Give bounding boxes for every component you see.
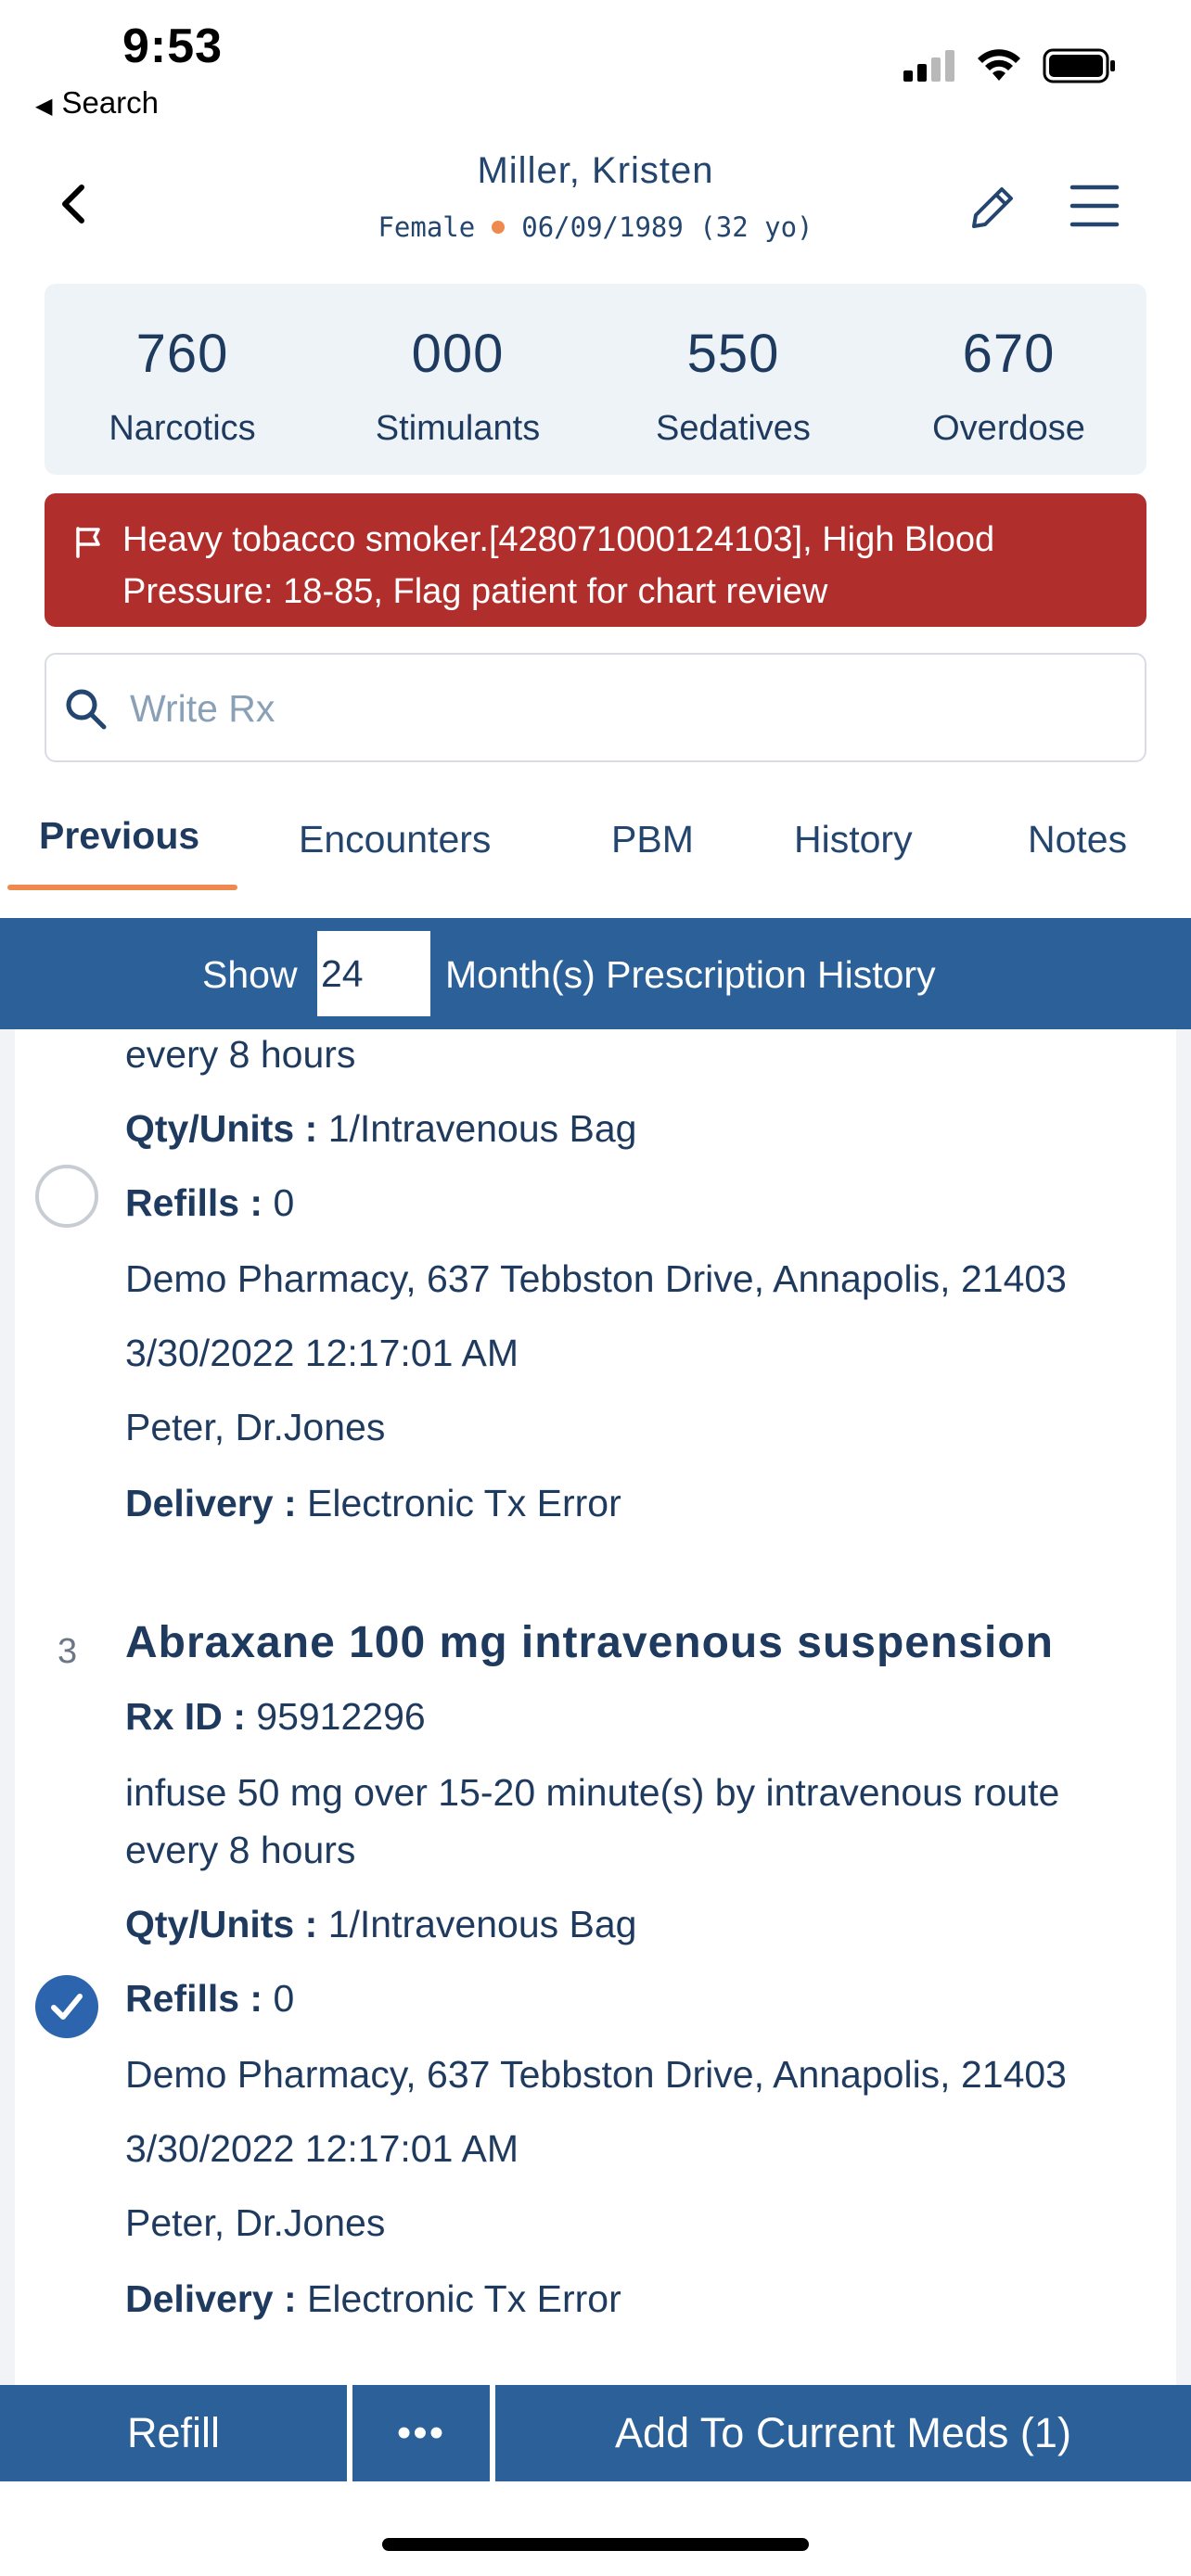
stat-value: 000 — [411, 324, 505, 384]
tab-previous[interactable]: Previous — [39, 814, 199, 858]
qty-units-label: Qty/Units : — [125, 1107, 318, 1150]
pencil-icon[interactable] — [965, 180, 1020, 236]
refills-value: 0 — [273, 1181, 295, 1224]
prescription-card[interactable]: 3 Abraxane 100 mg intravenous suspension… — [15, 1586, 1176, 2385]
risk-scores-panel: 760 Narcotics 000 Stimulants 550 Sedativ… — [45, 284, 1146, 475]
home-indicator[interactable] — [382, 2538, 809, 2551]
delivery-row: Delivery : Electronic Tx Error — [125, 1482, 621, 1525]
battery-icon — [1043, 48, 1115, 83]
select-radio-checked[interactable] — [35, 1975, 98, 2038]
checkmark-icon — [51, 1994, 83, 2020]
prescription-history-filter: Show Month(s) Prescription History — [0, 918, 1191, 1029]
sig-text: infuse 50 mg over 15-20 minute(s) by int… — [125, 1771, 1060, 1814]
stat-value: 550 — [686, 324, 780, 384]
qty-units-label: Qty/Units : — [125, 1903, 318, 1945]
tab-bar: Previous Encounters PBM History Notes — [0, 797, 1191, 898]
stat-narcotics: 760 Narcotics — [45, 284, 320, 475]
sig-text: every 8 hours — [125, 1033, 356, 1076]
sig-text-continued: every 8 hours — [125, 1829, 356, 1871]
alert-text: Heavy tobacco smoker.[428071000124103], … — [122, 520, 995, 611]
tab-pbm[interactable]: PBM — [611, 818, 694, 861]
active-tab-indicator — [7, 885, 237, 890]
search-icon — [66, 689, 107, 730]
prescriber-name: Peter, Dr.Jones — [125, 2201, 386, 2244]
status-bar: 9:53 ◀ Search — [0, 0, 1191, 130]
delivery-row: Delivery : Electronic Tx Error — [125, 2277, 621, 2321]
tab-notes[interactable]: Notes — [1028, 818, 1127, 861]
months-input[interactable] — [317, 931, 430, 1016]
rx-datetime: 3/30/2022 12:17:01 AM — [125, 1332, 519, 1374]
prescription-card[interactable]: every 8 hours Qty/Units : 1/Intravenous … — [15, 1029, 1176, 1669]
more-options-button[interactable]: ••• — [352, 2385, 490, 2481]
separator-dot — [492, 221, 506, 234]
patient-header: Miller, Kristen Female 06/09/1989 (32 yo) — [0, 139, 1191, 274]
stat-stimulants: 000 Stimulants — [320, 284, 596, 475]
prescription-title: Abraxane 100 mg intravenous suspension — [125, 1618, 1054, 1667]
months-suffix-label: Month(s) Prescription History — [445, 953, 936, 996]
action-footer: Refill ••• Add To Current Meds (1) — [0, 2385, 1191, 2481]
rx-id-value: 95912296 — [256, 1695, 426, 1738]
stat-overdose: 670 Overdose — [871, 284, 1146, 475]
status-icons — [903, 45, 1117, 87]
prescriber-name: Peter, Dr.Jones — [125, 1406, 386, 1448]
delivery-value: Electronic Tx Error — [307, 2277, 621, 2320]
stat-sedatives: 550 Sedatives — [596, 284, 871, 475]
refill-button[interactable]: Refill — [0, 2385, 347, 2481]
refills-row: Refills : 0 — [125, 1181, 294, 1225]
stat-label: Sedatives — [656, 409, 811, 448]
write-rx-input[interactable] — [130, 682, 1104, 734]
pharmacy-text: Demo Pharmacy, 637 Tebbston Drive, Annap… — [125, 1257, 1067, 1300]
rx-datetime: 3/30/2022 12:17:01 AM — [125, 2127, 519, 2170]
stat-value: 760 — [135, 324, 229, 384]
qty-units-value: 1/Intravenous Bag — [327, 1107, 637, 1150]
qty-units-value: 1/Intravenous Bag — [327, 1903, 637, 1945]
back-triangle-icon: ◀ — [35, 94, 53, 119]
status-time: 9:53 — [122, 19, 224, 73]
pharmacy-text: Demo Pharmacy, 637 Tebbston Drive, Annap… — [125, 2053, 1067, 2096]
refills-label: Refills : — [125, 1977, 263, 2020]
stat-label: Narcotics — [109, 409, 256, 448]
stat-label: Overdose — [932, 409, 1085, 448]
stat-value: 670 — [962, 324, 1056, 384]
delivery-value: Electronic Tx Error — [307, 1482, 621, 1524]
delivery-label: Delivery : — [125, 2277, 297, 2320]
prescription-list[interactable]: every 8 hours Qty/Units : 1/Intravenous … — [0, 1029, 1191, 2385]
select-radio[interactable] — [35, 1165, 98, 1228]
patient-gender: Female — [378, 211, 476, 243]
prescription-number: 3 — [58, 1632, 78, 1671]
show-label: Show — [202, 953, 298, 996]
hamburger-menu-icon[interactable] — [1069, 182, 1121, 230]
refills-value: 0 — [273, 1977, 295, 2020]
delivery-label: Delivery : — [125, 1482, 297, 1524]
flag-icon — [76, 527, 100, 558]
back-to-search-label: Search — [61, 85, 160, 120]
qty-units-row: Qty/Units : 1/Intravenous Bag — [125, 1903, 637, 1946]
rx-id-label: Rx ID : — [125, 1695, 246, 1738]
write-rx-search[interactable] — [45, 653, 1146, 762]
qty-units-row: Qty/Units : 1/Intravenous Bag — [125, 1107, 637, 1151]
tab-history[interactable]: History — [794, 818, 913, 861]
refills-row: Refills : 0 — [125, 1977, 294, 2021]
add-to-current-meds-button[interactable]: Add To Current Meds (1) — [495, 2385, 1191, 2481]
cellular-signal-icon — [903, 50, 954, 82]
tab-encounters[interactable]: Encounters — [299, 818, 491, 861]
stat-label: Stimulants — [375, 409, 541, 448]
rx-id-row: Rx ID : 95912296 — [125, 1695, 426, 1739]
patient-dob: 06/09/1989 (32 yo) — [521, 211, 813, 243]
wifi-icon — [978, 49, 1020, 81]
back-to-search-link[interactable]: ◀ Search — [35, 85, 159, 121]
patient-alert-banner[interactable]: Heavy tobacco smoker.[428071000124103], … — [45, 493, 1146, 627]
refills-label: Refills : — [125, 1181, 263, 1224]
